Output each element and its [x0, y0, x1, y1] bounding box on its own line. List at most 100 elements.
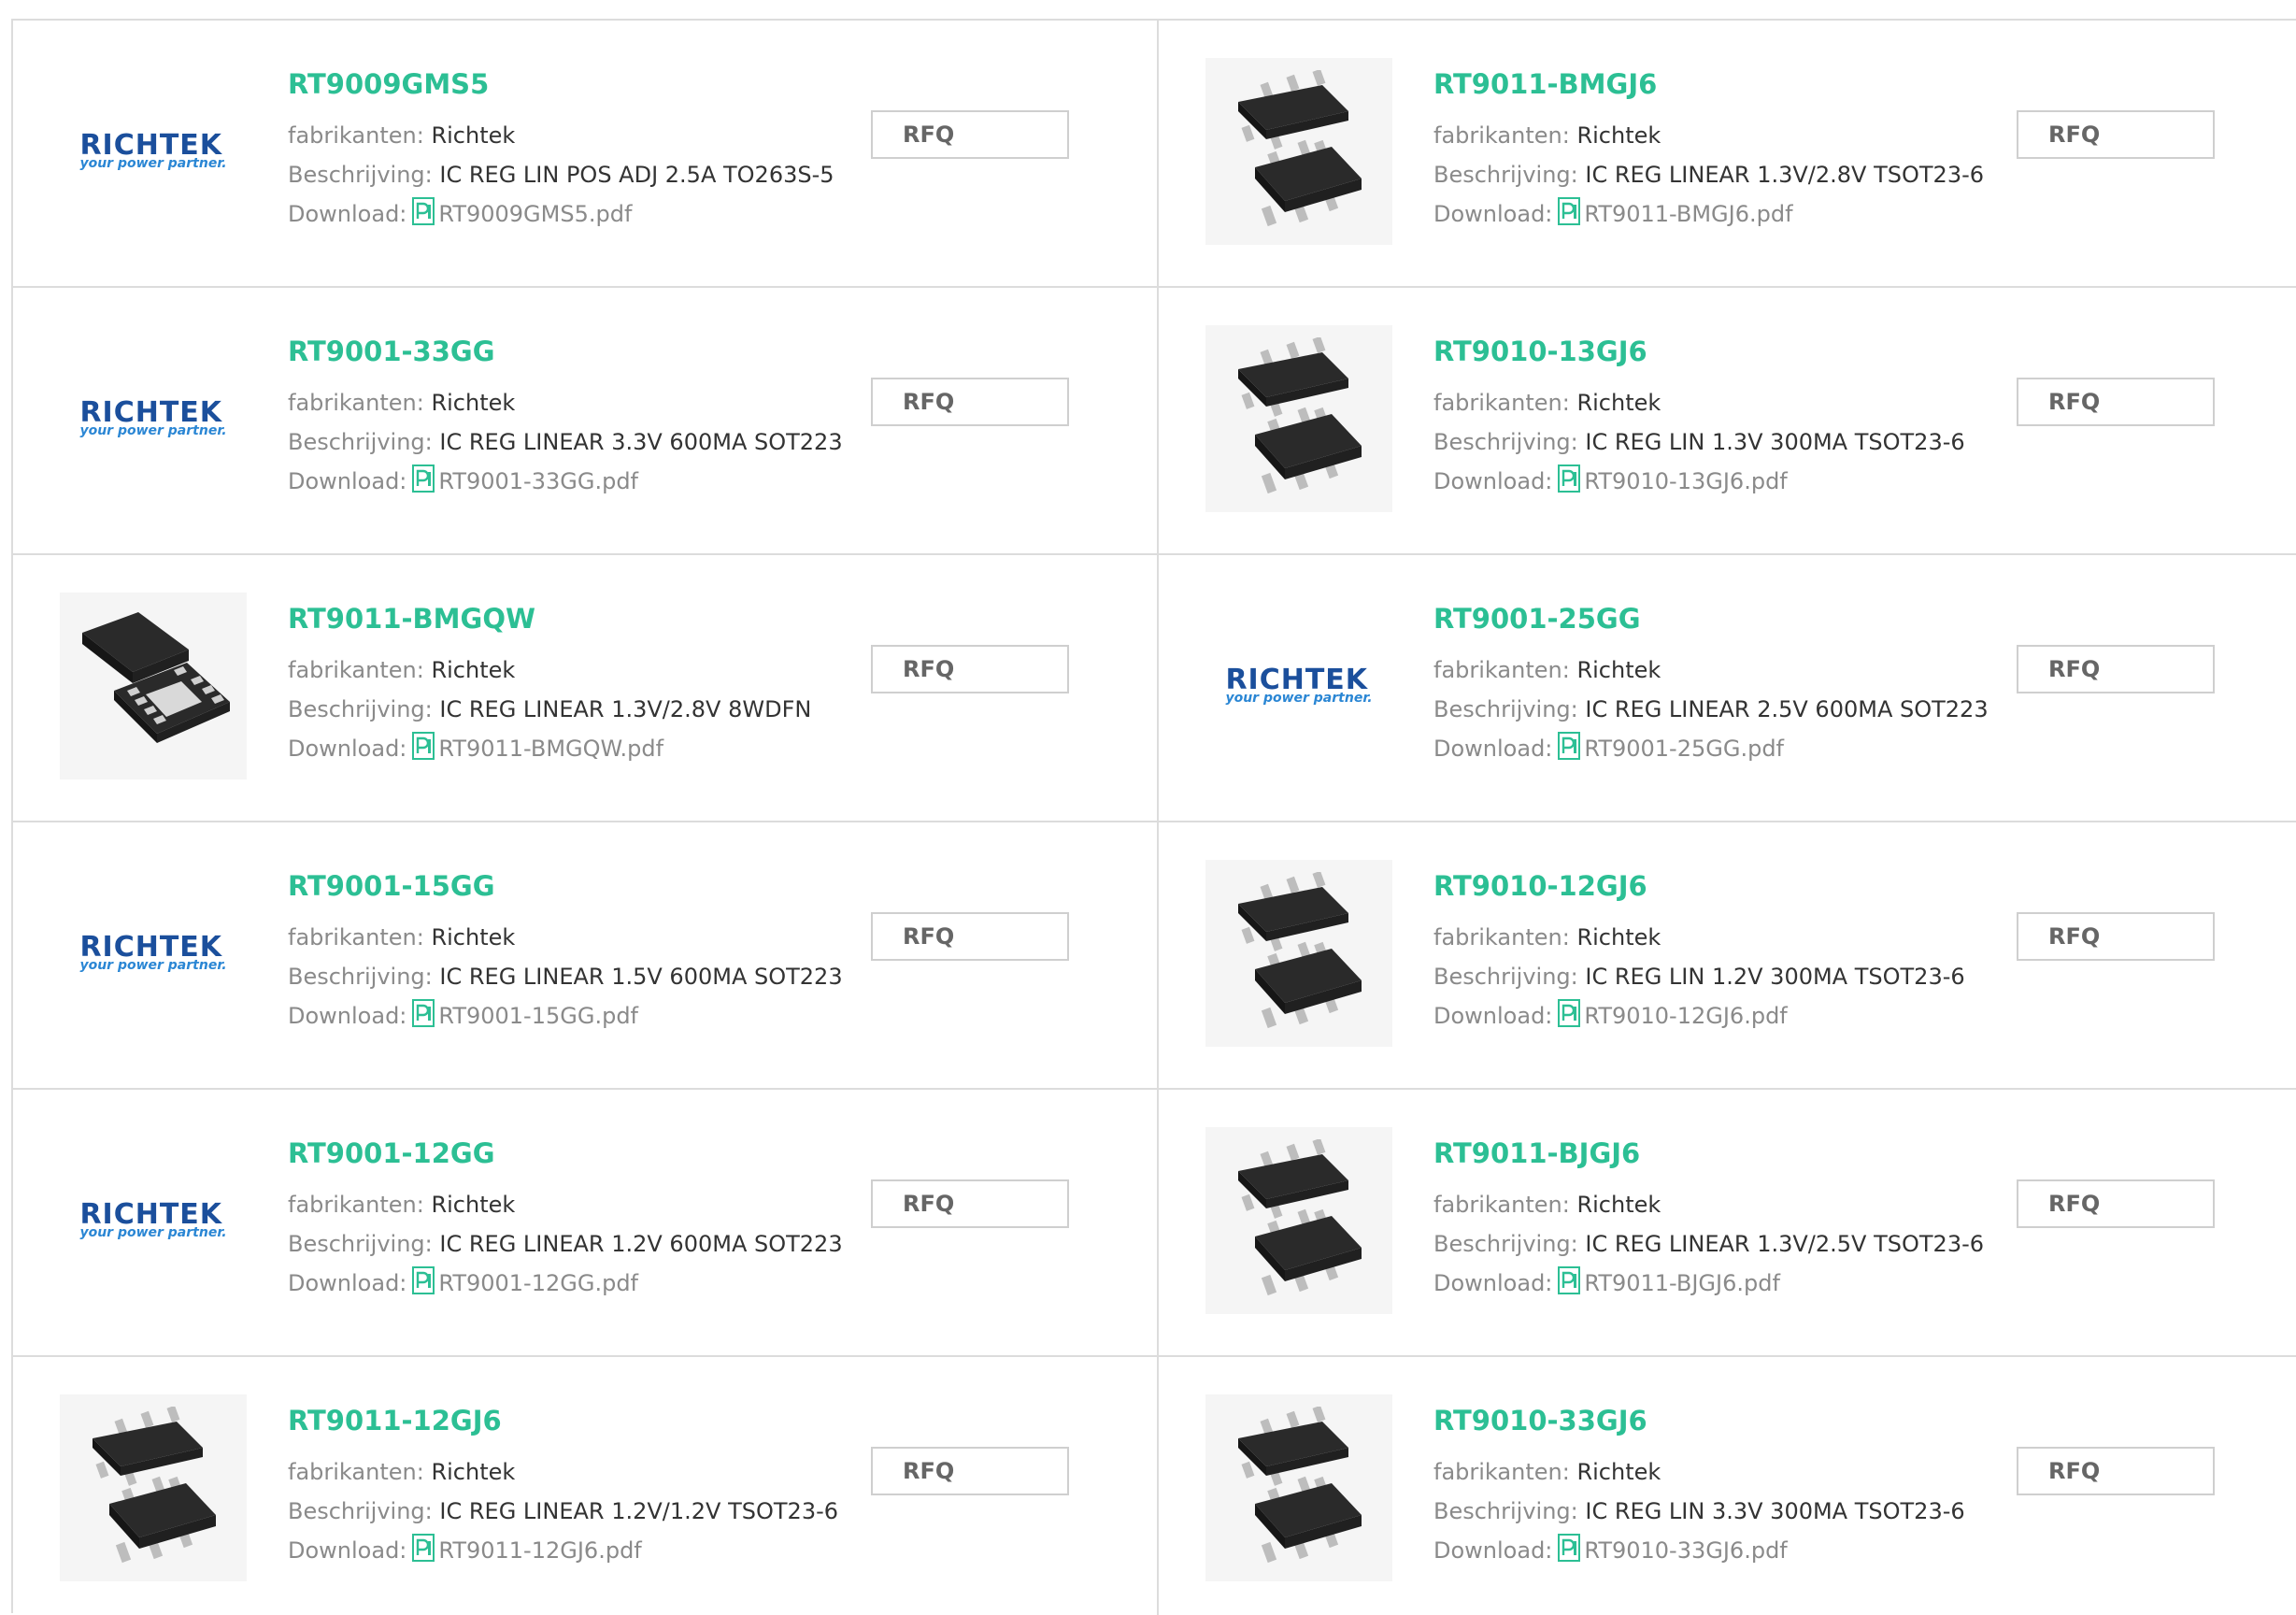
- product-image[interactable]: [1205, 1127, 1392, 1314]
- pdf-download-link[interactable]: RT9011-12GJ6.pdf: [438, 1537, 641, 1564]
- manufacturer-value: Richtek: [431, 657, 516, 683]
- product-image[interactable]: [60, 1394, 247, 1581]
- product-card: RT9011-12GJ6 fabrikanten: Richtek Beschr…: [13, 1357, 1159, 1615]
- pdf-file-icon[interactable]: [412, 464, 435, 505]
- pdf-file-icon[interactable]: [1558, 197, 1581, 237]
- logo-tagline: your power partner.: [79, 423, 227, 438]
- manufacturer-value: Richtek: [1576, 390, 1661, 416]
- product-card: RT9011-BMGJ6 fabrikanten: Richtek Beschr…: [1159, 21, 2296, 288]
- rfq-button[interactable]: RFQ: [871, 378, 1069, 426]
- pdf-file-icon[interactable]: [412, 1266, 435, 1307]
- description-row: Beschrijving: IC REG LINEAR 1.2V 600MA S…: [288, 1224, 843, 1264]
- product-info: RT9011-BMGJ6 fabrikanten: Richtek Beschr…: [1433, 67, 1984, 237]
- pdf-download-link[interactable]: RT9010-12GJ6.pdf: [1584, 1003, 1787, 1029]
- part-number-link[interactable]: RT9010-33GJ6: [1433, 1404, 1965, 1437]
- part-number-link[interactable]: RT9009GMS5: [288, 67, 834, 101]
- rfq-button[interactable]: RFQ: [2017, 912, 2215, 961]
- pdf-download-link[interactable]: RT9009GMS5.pdf: [438, 201, 632, 227]
- rfq-button[interactable]: RFQ: [2017, 1447, 2215, 1495]
- pdf-download-link[interactable]: RT9001-15GG.pdf: [438, 1003, 638, 1029]
- product-image[interactable]: RICHTEK your power partner.: [60, 58, 247, 245]
- manufacturer-value: Richtek: [1576, 1459, 1661, 1485]
- rfq-button[interactable]: RFQ: [871, 912, 1069, 961]
- download-label: Download:: [288, 468, 407, 494]
- download-label: Download:: [1433, 1003, 1553, 1029]
- manufacturer-label: fabrikanten:: [288, 1192, 424, 1218]
- manufacturer-value: Richtek: [431, 1459, 516, 1485]
- pdf-file-icon[interactable]: [1558, 999, 1581, 1039]
- manufacturer-row: fabrikanten: Richtek: [1433, 383, 1965, 422]
- pdf-file-icon[interactable]: [412, 197, 435, 237]
- rfq-button[interactable]: RFQ: [2017, 378, 2215, 426]
- product-image[interactable]: RICHTEK your power partner.: [60, 325, 247, 512]
- download-label: Download:: [1433, 736, 1553, 762]
- product-image[interactable]: [1205, 58, 1392, 245]
- product-info: RT9010-33GJ6 fabrikanten: Richtek Beschr…: [1433, 1404, 1965, 1574]
- richtek-logo: RICHTEK your power partner.: [79, 1201, 226, 1241]
- rfq-button[interactable]: RFQ: [2017, 645, 2215, 693]
- pdf-download-link[interactable]: RT9011-BMGQW.pdf: [438, 736, 663, 762]
- description-value: IC REG LIN 1.2V 300MA TSOT23-6: [1585, 964, 1965, 990]
- description-row: Beschrijving: IC REG LINEAR 1.2V/1.2V TS…: [288, 1492, 838, 1531]
- rfq-button[interactable]: RFQ: [871, 110, 1069, 159]
- pdf-download-link[interactable]: RT9011-BMGJ6.pdf: [1584, 201, 1792, 227]
- description-value: IC REG LINEAR 2.5V 600MA SOT223: [1585, 696, 1989, 722]
- pdf-download-link[interactable]: RT9011-BJGJ6.pdf: [1584, 1270, 1780, 1296]
- description-label: Beschrijving:: [1433, 696, 1578, 722]
- pdf-file-icon[interactable]: [1558, 1534, 1581, 1574]
- description-label: Beschrijving:: [288, 1231, 433, 1257]
- rfq-button[interactable]: RFQ: [2017, 110, 2215, 159]
- rfq-button[interactable]: RFQ: [871, 1179, 1069, 1228]
- part-number-link[interactable]: RT9011-BJGJ6: [1433, 1136, 1984, 1170]
- download-row: Download: RT9011-BJGJ6.pdf: [1433, 1264, 1984, 1307]
- product-image[interactable]: [1205, 860, 1392, 1047]
- part-number-link[interactable]: RT9010-12GJ6: [1433, 869, 1965, 903]
- pdf-file-icon[interactable]: [1558, 464, 1581, 505]
- manufacturer-row: fabrikanten: Richtek: [1433, 918, 1965, 957]
- pdf-file-icon[interactable]: [1558, 1266, 1581, 1307]
- description-row: Beschrijving: IC REG LINEAR 3.3V 600MA S…: [288, 422, 843, 462]
- rfq-button[interactable]: RFQ: [871, 645, 1069, 693]
- description-label: Beschrijving:: [288, 162, 433, 188]
- description-value: IC REG LIN POS ADJ 2.5A TO263S-5: [439, 162, 834, 188]
- product-image[interactable]: [1205, 1394, 1392, 1581]
- product-card: RICHTEK your power partner. RT9001-25GG f…: [1159, 555, 2296, 822]
- part-number-link[interactable]: RT9011-BMGQW: [288, 602, 811, 636]
- pdf-download-link[interactable]: RT9001-33GG.pdf: [438, 468, 638, 494]
- part-number-link[interactable]: RT9001-25GG: [1433, 602, 1989, 636]
- pdf-file-icon[interactable]: [412, 999, 435, 1039]
- part-number-link[interactable]: RT9010-13GJ6: [1433, 335, 1965, 368]
- description-row: Beschrijving: IC REG LINEAR 2.5V 600MA S…: [1433, 690, 1989, 729]
- pdf-file-icon[interactable]: [412, 732, 435, 772]
- part-number-link[interactable]: RT9011-BMGJ6: [1433, 67, 1984, 101]
- download-row: Download: RT9010-33GJ6.pdf: [1433, 1531, 1965, 1574]
- part-number-link[interactable]: RT9011-12GJ6: [288, 1404, 838, 1437]
- manufacturer-label: fabrikanten:: [288, 122, 424, 149]
- pdf-download-link[interactable]: RT9001-12GG.pdf: [438, 1270, 638, 1296]
- manufacturer-value: Richtek: [1576, 657, 1661, 683]
- manufacturer-value: Richtek: [431, 122, 516, 149]
- download-label: Download:: [288, 1270, 407, 1296]
- product-image[interactable]: RICHTEK your power partner.: [60, 1127, 247, 1314]
- pdf-file-icon[interactable]: [412, 1534, 435, 1574]
- product-info: RT9001-33GG fabrikanten: Richtek Beschri…: [288, 335, 843, 505]
- product-image[interactable]: RICHTEK your power partner.: [60, 860, 247, 1047]
- rfq-button[interactable]: RFQ: [2017, 1179, 2215, 1228]
- pdf-file-icon[interactable]: [1558, 732, 1581, 772]
- description-label: Beschrijving:: [288, 429, 433, 455]
- product-image[interactable]: [60, 593, 247, 779]
- product-grid: RICHTEK your power partner. RT9009GMS5 fa…: [11, 19, 2296, 1615]
- pdf-download-link[interactable]: RT9010-33GJ6.pdf: [1584, 1537, 1787, 1564]
- part-number-link[interactable]: RT9001-33GG: [288, 335, 843, 368]
- pdf-download-link[interactable]: RT9010-13GJ6.pdf: [1584, 468, 1787, 494]
- richtek-logo: RICHTEK your power partner.: [1225, 666, 1372, 707]
- pdf-download-link[interactable]: RT9001-25GG.pdf: [1584, 736, 1784, 762]
- part-number-link[interactable]: RT9001-12GG: [288, 1136, 843, 1170]
- download-row: Download: RT9011-BMGQW.pdf: [288, 729, 811, 772]
- product-image[interactable]: RICHTEK your power partner.: [1205, 593, 1392, 779]
- manufacturer-value: Richtek: [431, 924, 516, 950]
- rfq-button[interactable]: RFQ: [871, 1447, 1069, 1495]
- richtek-logo: RICHTEK your power partner.: [79, 399, 227, 439]
- product-image[interactable]: [1205, 325, 1392, 512]
- part-number-link[interactable]: RT9001-15GG: [288, 869, 843, 903]
